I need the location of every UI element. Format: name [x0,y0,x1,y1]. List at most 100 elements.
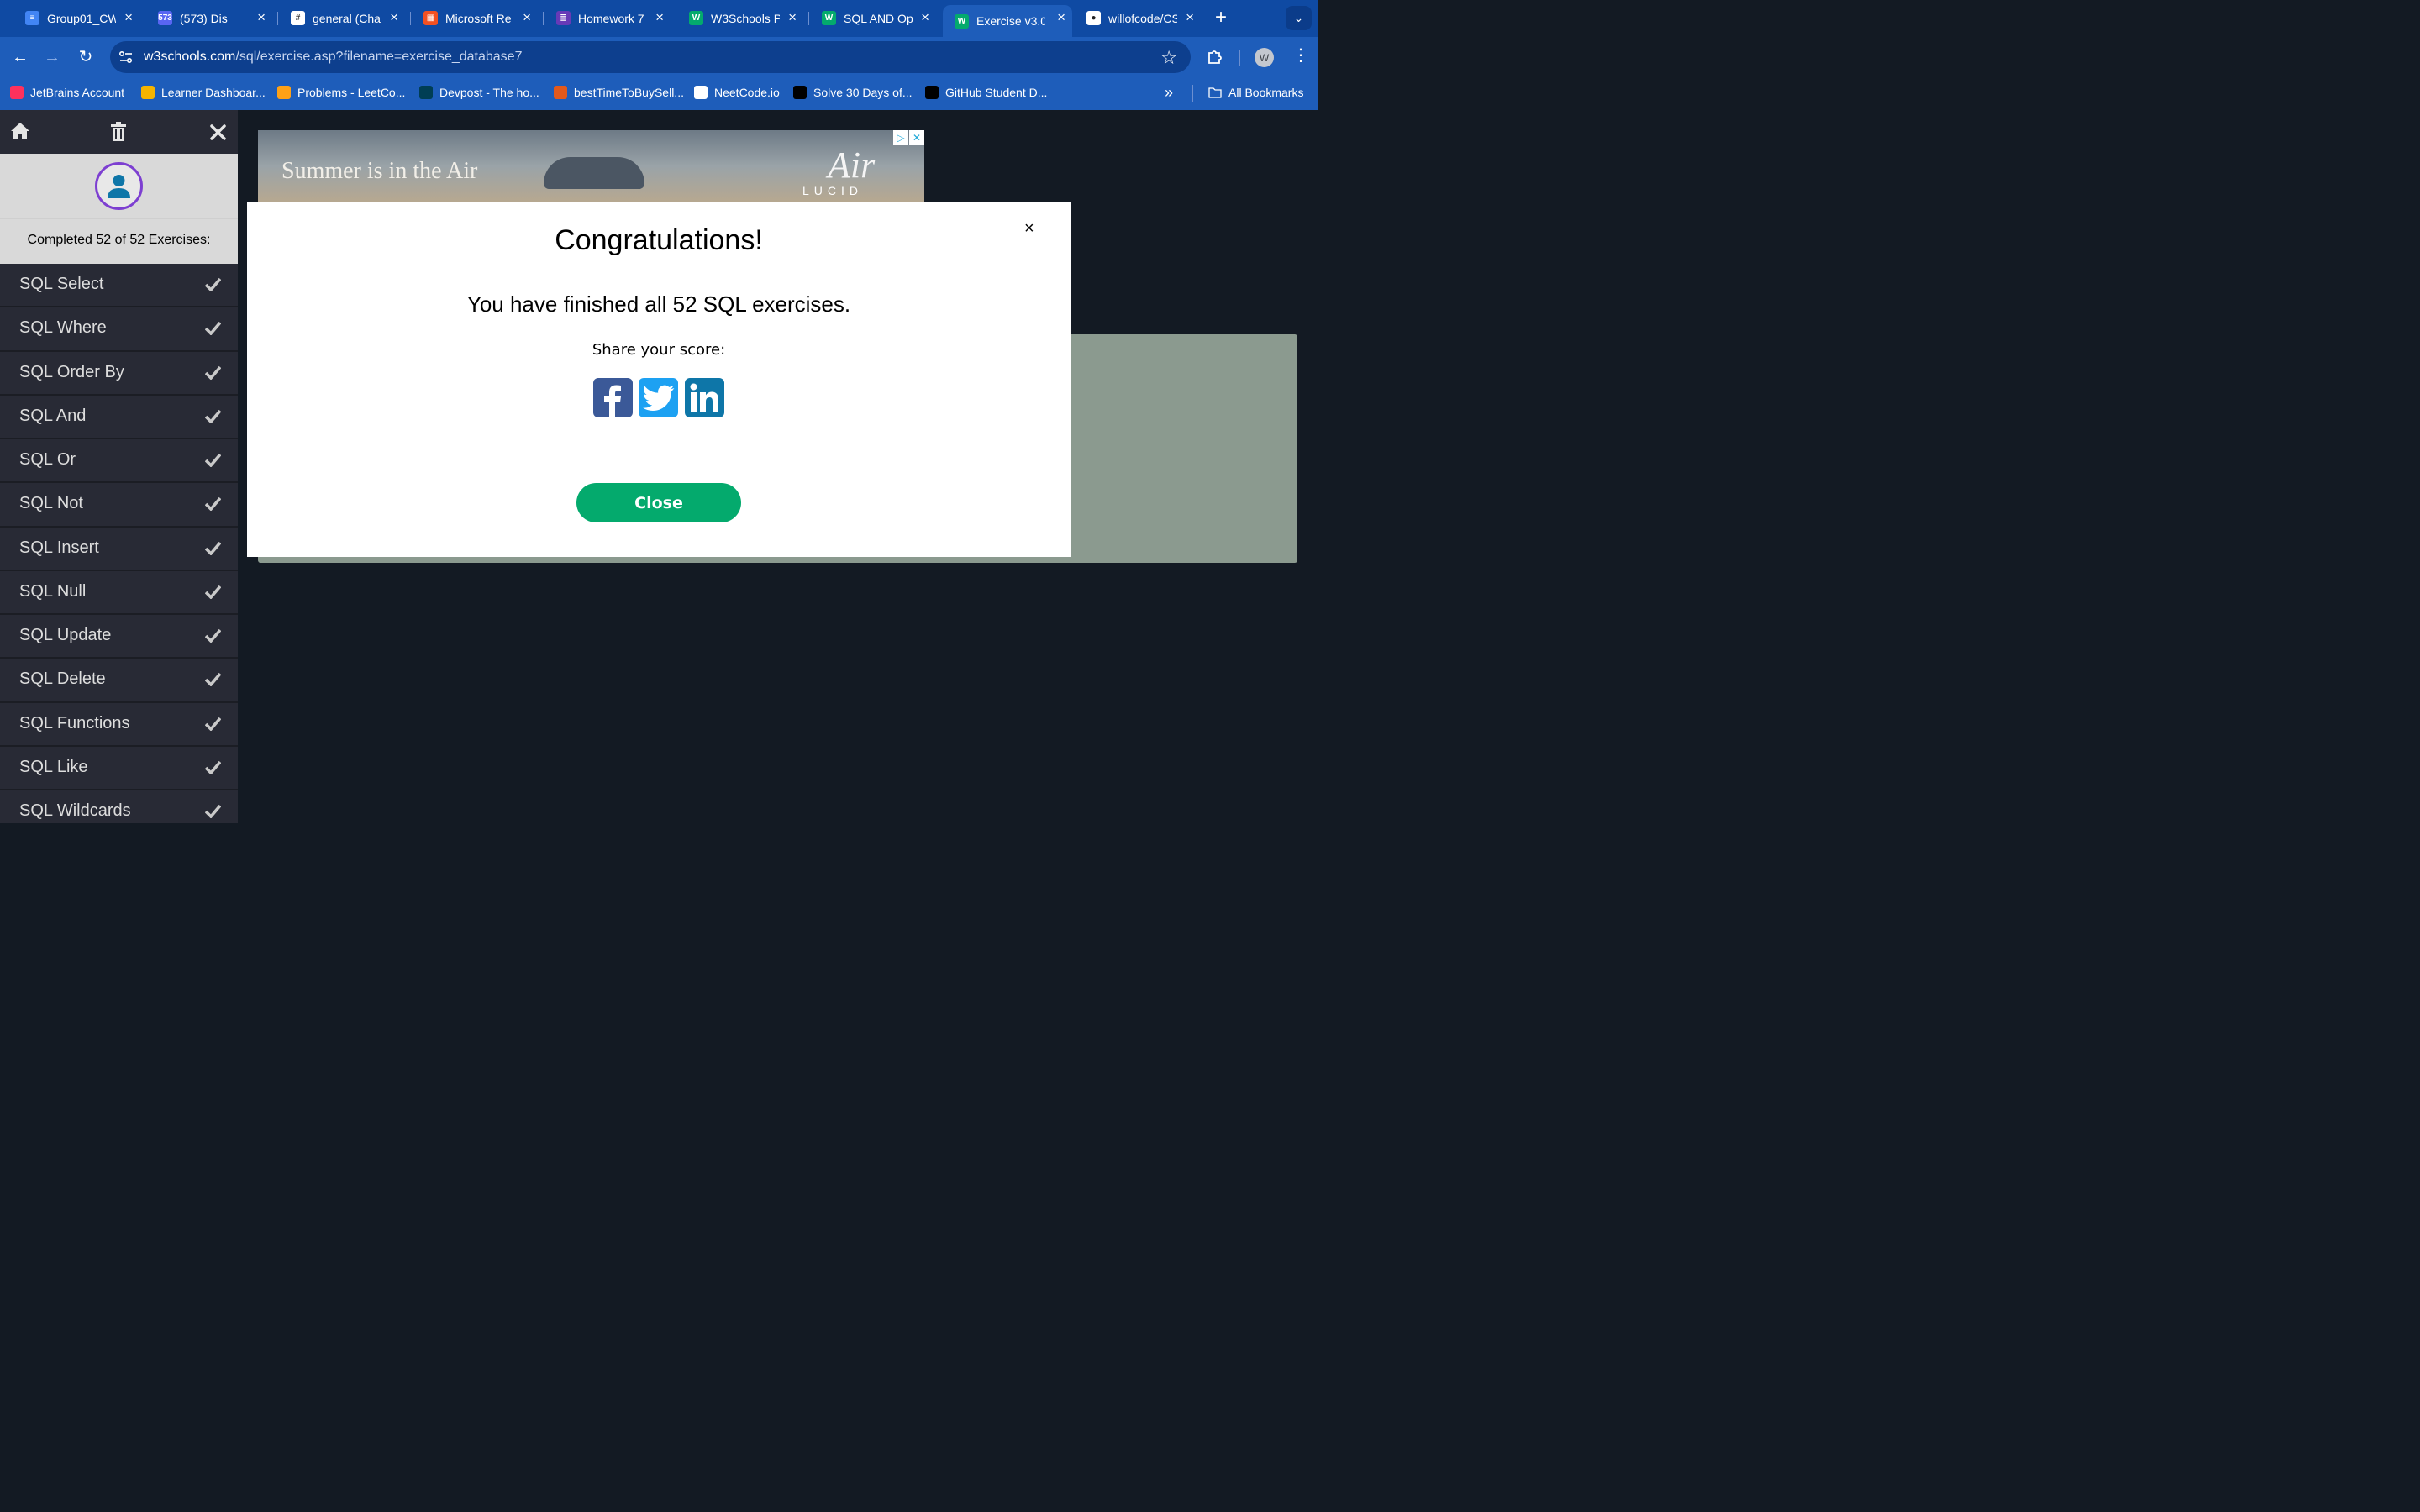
bookmark-item[interactable]: JetBrains Account [10,86,124,99]
sidebar-exercise-item[interactable]: SQL Update [0,615,238,659]
linkedin-share-button[interactable] [685,378,724,417]
share-label: Share your score: [592,341,726,359]
browser-tab[interactable]: W Exercise v3.0 × [943,5,1072,37]
check-icon [205,585,221,599]
exercise-label: SQL Order By [19,362,124,381]
bookmark-item[interactable]: GitHub Student D... [925,86,1047,99]
sidebar-exercise-item[interactable]: SQL Like [0,747,238,790]
exercise-label: SQL Delete [19,669,106,689]
ad-info-icon[interactable]: ▷ [893,130,908,145]
forward-button[interactable]: → [42,47,62,67]
tab-favicon-icon: ≣ [556,11,571,25]
tab-close-icon[interactable]: × [921,9,929,26]
check-icon [205,628,221,643]
close-sidebar-icon[interactable] [210,124,226,140]
ad-banner[interactable]: Summer is in the Air Air LUCID ▷ ✕ [258,130,924,202]
tab-close-icon[interactable]: × [523,9,531,26]
profile-avatar[interactable]: W [1255,48,1274,67]
sidebar-exercise-item[interactable]: SQL Functions [0,703,238,747]
reload-button[interactable]: ↻ [76,47,96,67]
exercise-label: SQL Like [19,757,88,776]
ad-choices[interactable]: ▷ ✕ [892,130,924,145]
sidebar-exercise-item[interactable]: SQL Null [0,571,238,615]
tab-close-icon[interactable]: × [1057,9,1065,26]
bookmark-label: Learner Dashboar... [161,86,266,99]
tab-close-icon[interactable]: × [257,9,266,26]
bookmark-star-icon[interactable]: ☆ [1160,47,1177,69]
exercise-label: SQL Wildcards [19,801,131,820]
bookmark-item[interactable]: Devpost - The ho... [419,86,539,99]
new-tab-button[interactable]: + [1215,8,1227,28]
bookmark-item[interactable]: Solve 30 Days of... [793,86,913,99]
linkedin-icon [690,383,718,412]
url-path: /sql/exercise.asp?filename=exercise_data… [235,50,523,64]
browser-tab[interactable]: ≡ Group01_CW × [17,5,139,31]
bookmark-item[interactable]: bestTimeToBuySell... [554,86,684,99]
bookmark-favicon-icon [419,86,433,99]
bookmarks-bar: JetBrains Account Learner Dashboar... Prob… [0,77,1318,110]
browser-tab[interactable]: W W3Schools P × [681,5,803,31]
site-info-icon[interactable] [118,50,134,65]
sidebar-toolbar [0,110,238,154]
ad-close-icon[interactable]: ✕ [909,130,924,145]
tab-title: Group01_CW [47,11,116,25]
ad-brand: LUCID [802,184,864,197]
tab-title: (573) Dis [180,11,228,25]
url-host: w3schools.com [144,50,236,64]
twitter-share-button[interactable] [639,378,678,417]
sidebar-exercise-item[interactable]: SQL Insert [0,528,238,571]
home-icon[interactable] [10,122,30,140]
browser-tab[interactable]: W SQL AND Op × [813,5,936,31]
exercise-label: SQL Functions [19,713,130,732]
address-bar[interactable]: w3schools.com/sql/exercise.asp?filename=… [110,41,1191,73]
tab-title: W3Schools P [711,11,780,25]
tab-favicon-icon: ● [1086,11,1101,25]
bookmark-label: NeetCode.io [714,86,780,99]
browser-tab[interactable]: ▦ Microsoft Re × [415,5,538,31]
tab-close-icon[interactable]: × [124,9,133,26]
browser-tab[interactable]: 573 (573) Dis × [150,5,272,31]
tab-search-button[interactable]: ⌄ [1286,6,1312,30]
exercise-label: SQL Null [19,581,87,601]
back-button[interactable]: ← [10,47,30,67]
check-icon [205,277,221,291]
exercise-label: SQL Where [19,318,107,338]
all-bookmarks-label: All Bookmarks [1228,86,1304,99]
bookmark-label: JetBrains Account [30,86,125,99]
extensions-icon[interactable] [1207,48,1223,65]
sidebar-exercise-item[interactable]: SQL And [0,396,238,439]
sidebar-exercise-item[interactable]: SQL Order By [0,352,238,396]
sidebar-exercise-item[interactable]: SQL Wildcards [0,790,238,823]
sidebar-exercise-item[interactable]: SQL Select [0,264,238,308]
bookmark-item[interactable]: Learner Dashboar... [141,86,266,99]
browser-tab[interactable]: ≣ Homework 7 × [548,5,671,31]
close-button[interactable]: Close [576,483,741,522]
facebook-share-button[interactable] [593,378,633,417]
tab-title: Microsoft Re [445,11,512,25]
tab-close-icon[interactable]: × [788,9,797,26]
check-icon [205,541,221,555]
sidebar-exercise-item[interactable]: SQL Or [0,439,238,484]
bookmark-favicon-icon [925,86,939,99]
dialog-title: Congratulations! [555,224,763,256]
tab-divider [543,12,544,25]
browser-tab[interactable]: ● willofcode/CS × [1078,5,1201,31]
sidebar-exercise-item[interactable]: SQL Where [0,307,238,352]
tab-favicon-icon: W [689,11,703,25]
tab-close-icon[interactable]: × [655,9,664,26]
more-bookmarks-icon[interactable]: » [1165,84,1173,102]
bookmark-label: Solve 30 Days of... [813,86,913,99]
sidebar-exercise-item[interactable]: SQL Not [0,483,238,528]
tab-close-icon[interactable]: × [390,9,398,26]
user-avatar-icon[interactable] [95,162,143,210]
toolbar: ← → ↻ w3schools.com/sql/exercise.asp?fil… [0,37,1318,77]
browser-tab[interactable]: # general (Cha × [282,5,405,31]
trash-icon[interactable] [110,122,127,141]
tab-close-icon[interactable]: × [1186,9,1194,26]
more-menu-icon[interactable]: ⋮ [1292,46,1309,65]
bookmark-item[interactable]: NeetCode.io [694,86,780,99]
bookmark-favicon-icon [141,86,155,99]
sidebar-exercise-item[interactable]: SQL Delete [0,659,238,703]
all-bookmarks[interactable]: All Bookmarks [1208,86,1303,99]
bookmark-item[interactable]: Problems - LeetCo... [277,86,405,99]
